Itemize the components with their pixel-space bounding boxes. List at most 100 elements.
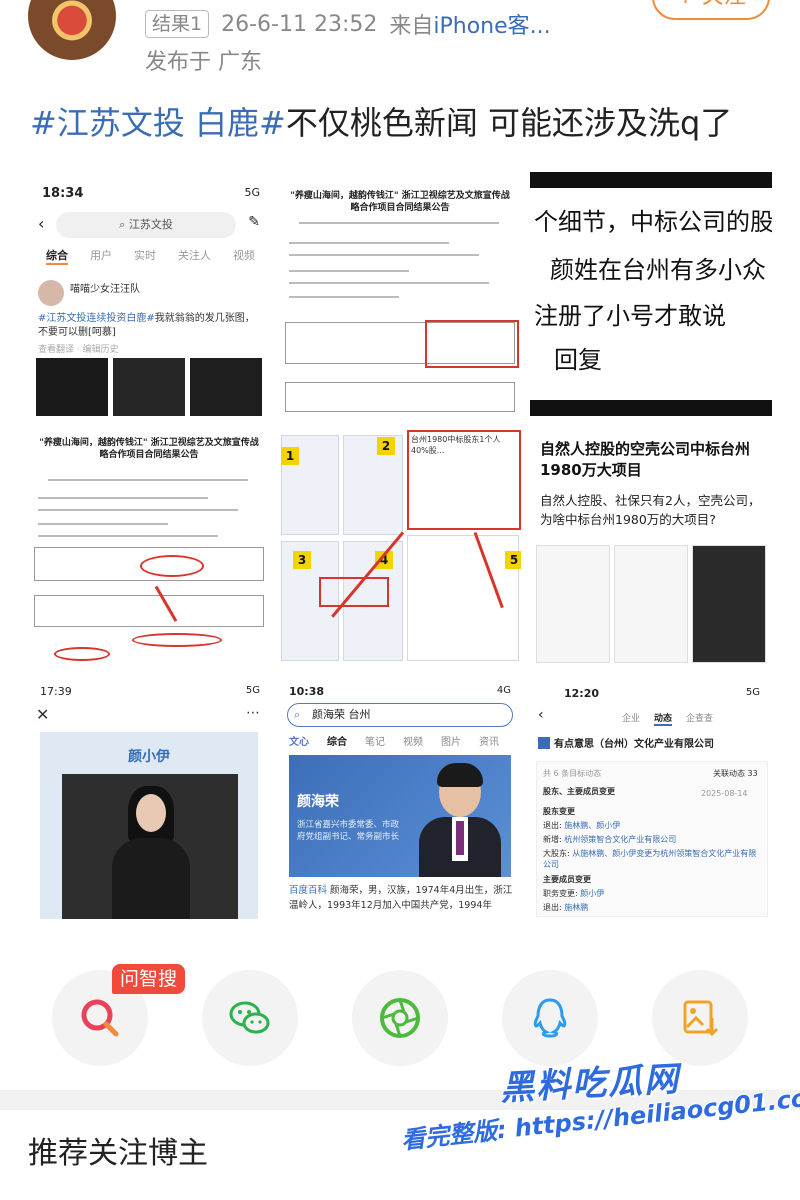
recommend-section-title: 推荐关注博主 — [28, 1136, 208, 1171]
comment-line: 注册了小号才敢说 — [534, 302, 726, 330]
post-hashtag[interactable]: #江苏文投 白鹿# — [30, 104, 286, 142]
step-badge: 3 — [293, 551, 311, 569]
search-tabs: 综合 用户 实时 关注人 视频 — [46, 247, 255, 265]
step-badge: 1 — [281, 447, 299, 465]
row-value: 施林鹏 — [564, 903, 589, 912]
annotation-note: 台州1980中标股东1个人40%股... — [407, 430, 521, 530]
comment-line: 回复 — [554, 346, 602, 374]
ai-search-badge: 问智搜 — [112, 964, 186, 994]
snippet-footer: 查看翻译 · 编辑历史 — [38, 345, 119, 355]
highlight-ellipse — [140, 555, 204, 577]
row-label: 新增: — [543, 835, 562, 844]
change-panel: 共 6 条目标动态 关联动态 33 股东、主要成员变更 2025-08-14 股… — [536, 761, 768, 917]
save-image-icon — [683, 1000, 719, 1037]
count-label: 共 6 条目标动态 — [543, 769, 602, 778]
share-qq-button[interactable] — [502, 970, 598, 1066]
document-line — [289, 270, 409, 272]
image-tile-2[interactable]: "养瘦山海间，越韵传钱江" 浙江卫视综艺及文旅宣传战略合作项目合同结果公告 — [279, 172, 521, 418]
member-change: 主要成员变更 — [543, 875, 591, 884]
tab-label: 资讯 — [479, 737, 499, 748]
image-tile-8[interactable]: 10:38 4G ⌕ 颜海荣 台州 文心 综合 笔记 视频 图片 资讯 颜海荣 浙… — [279, 677, 521, 919]
night-photo — [190, 358, 262, 416]
post-text: 不仅桃色新闻 可能还涉及洗q了 — [285, 104, 733, 142]
highlight-box — [425, 320, 519, 368]
back-icon: ‹ — [538, 707, 544, 723]
article-subtitle: 自然人控股、社保只有2人，空壳公司，为啥中标台州1980万的大项目? — [540, 493, 761, 527]
document-line — [48, 479, 248, 481]
highlight-ellipse — [132, 633, 222, 647]
tab-label: 综合 — [46, 247, 68, 265]
tab-label: 视频 — [233, 249, 255, 262]
photo-tie — [456, 821, 464, 855]
document-line — [299, 222, 499, 224]
status-network: 5G — [245, 685, 260, 696]
screenshot-panel — [692, 545, 766, 663]
bio-source: 百度百科 — [289, 885, 328, 896]
tab-label: 关注人 — [178, 249, 211, 262]
search-icon: ⌕ — [294, 708, 301, 721]
share-wechat-button[interactable] — [202, 970, 298, 1066]
item-title: 股东、主要成员变更 — [543, 787, 615, 796]
search-box: ⌕ 颜海荣 台州 — [287, 703, 513, 727]
source-link[interactable]: iPhone客... — [433, 14, 550, 39]
post-location: 发布于 广东 — [145, 50, 262, 75]
search-box: ⌕ 江苏文投 — [56, 212, 236, 238]
more-icon: ⋯ — [246, 705, 260, 721]
change-row: 新增: 杭州领策智合文化产业有限公司 — [543, 834, 676, 845]
result-tag: 结果1 — [145, 10, 210, 38]
edit-icon: ✎ — [248, 214, 260, 230]
screenshot-panel — [407, 535, 519, 661]
tab-label: 实时 — [134, 249, 156, 262]
row-label: 退出: — [543, 821, 562, 830]
snippet-hashtag: #江苏文投连续投资白鹿# — [38, 313, 155, 324]
row-value: 从施林鹏、颜小伊变更为杭州领策智合文化产业有限公司 — [543, 849, 757, 869]
share-moments-button[interactable] — [352, 970, 448, 1066]
source-prefix: 来自 — [389, 14, 434, 39]
tab-label: 视频 — [403, 737, 423, 748]
company-logo-icon — [538, 737, 550, 749]
image-tile-3[interactable]: 个细节，中标公司的股 颜姓在台州有多小众 注册了小号才敢说 回复 — [530, 172, 772, 418]
image-tile-6[interactable]: 自然人控股的空壳公司中标台州1980万大项目 自然人控股、社保只有2人，空壳公司… — [530, 427, 772, 667]
image-tile-1[interactable]: 18:34 5G ‹ ⌕ 江苏文投 ✎ 综合 用户 实时 关注人 视频 喵喵少女… — [28, 172, 270, 418]
profile-banner: 颜海荣 浙江省嘉兴市委常委、市政府党组副书记、常务副市长 — [289, 755, 511, 877]
search-icon: ⌕ — [119, 218, 129, 231]
document-title: "养瘦山海间，越韵传钱江" 浙江卫视综艺及文旅宣传战略合作项目合同结果公告 — [39, 438, 259, 460]
document-table — [285, 382, 515, 412]
document-line — [289, 242, 449, 244]
profile-card: 颜小伊 — [40, 732, 258, 919]
change-row: 大股东: 从施林鹏、颜小伊变更为杭州领策智合文化产业有限公司 — [543, 848, 763, 870]
shareholder-change: 股东变更 — [543, 807, 575, 816]
document-line — [289, 296, 399, 298]
tab-label: 企业 — [622, 714, 641, 724]
article-headline: 自然人控股的空壳公司中标台州1980万大项目 — [540, 440, 751, 479]
black-bar — [530, 400, 772, 416]
step-badge: 5 — [505, 551, 521, 569]
change-row: 退出: 施林鹏 — [543, 902, 588, 913]
tab-label: 笔记 — [365, 737, 385, 748]
user-name: 喵喵少女汪汪队 — [70, 284, 140, 295]
document-table — [34, 595, 264, 627]
status-time: 17:39 — [40, 685, 72, 698]
photo-hair — [437, 763, 483, 787]
tab-label: 动态 — [654, 711, 673, 726]
document-line — [38, 535, 218, 537]
bio-text: 百度百科 颜海荣，男，汉族，1974年4月出生，浙江温岭人，1993年12月加入… — [289, 883, 515, 913]
search-text: 江苏文投 — [128, 218, 173, 231]
related-label: 关联动态 33 — [713, 769, 758, 778]
highlight-ellipse — [54, 647, 110, 661]
image-tile-9[interactable]: 12:20 5G ‹ 企业 动态 企查查 有点意思（台州）文化产业有限公司 共 … — [530, 677, 772, 919]
search-text: 颜海荣 台州 — [312, 708, 371, 721]
follow-button[interactable]: + 关注 — [652, 0, 770, 20]
author-avatar[interactable] — [28, 0, 116, 60]
post-body: #江苏文投 白鹿#不仅桃色新闻 可能还涉及洗q了 — [30, 98, 732, 144]
image-tile-7[interactable]: 17:39 5G ✕ ⋯ 颜小伊 — [28, 677, 270, 919]
image-tile-5[interactable]: 台州1980中标股东1个人40%股... 1 2 3 4 5 — [279, 427, 521, 667]
profile-name: 颜小伊 — [128, 749, 170, 765]
company-tabs: 企业 动态 企查查 — [622, 711, 713, 726]
screenshot-panel — [614, 545, 688, 663]
post-meta: 结果1 26-6-11 23:52 来自iPhone客... — [145, 8, 551, 40]
image-tile-4[interactable]: "养瘦山海间，越韵传钱江" 浙江卫视综艺及文旅宣传战略合作项目合同结果公告 — [28, 427, 270, 667]
document-line — [38, 509, 238, 511]
company-name-text: 有点意思（台州）文化产业有限公司 — [554, 739, 714, 750]
row-label: 大股东: — [543, 849, 570, 858]
